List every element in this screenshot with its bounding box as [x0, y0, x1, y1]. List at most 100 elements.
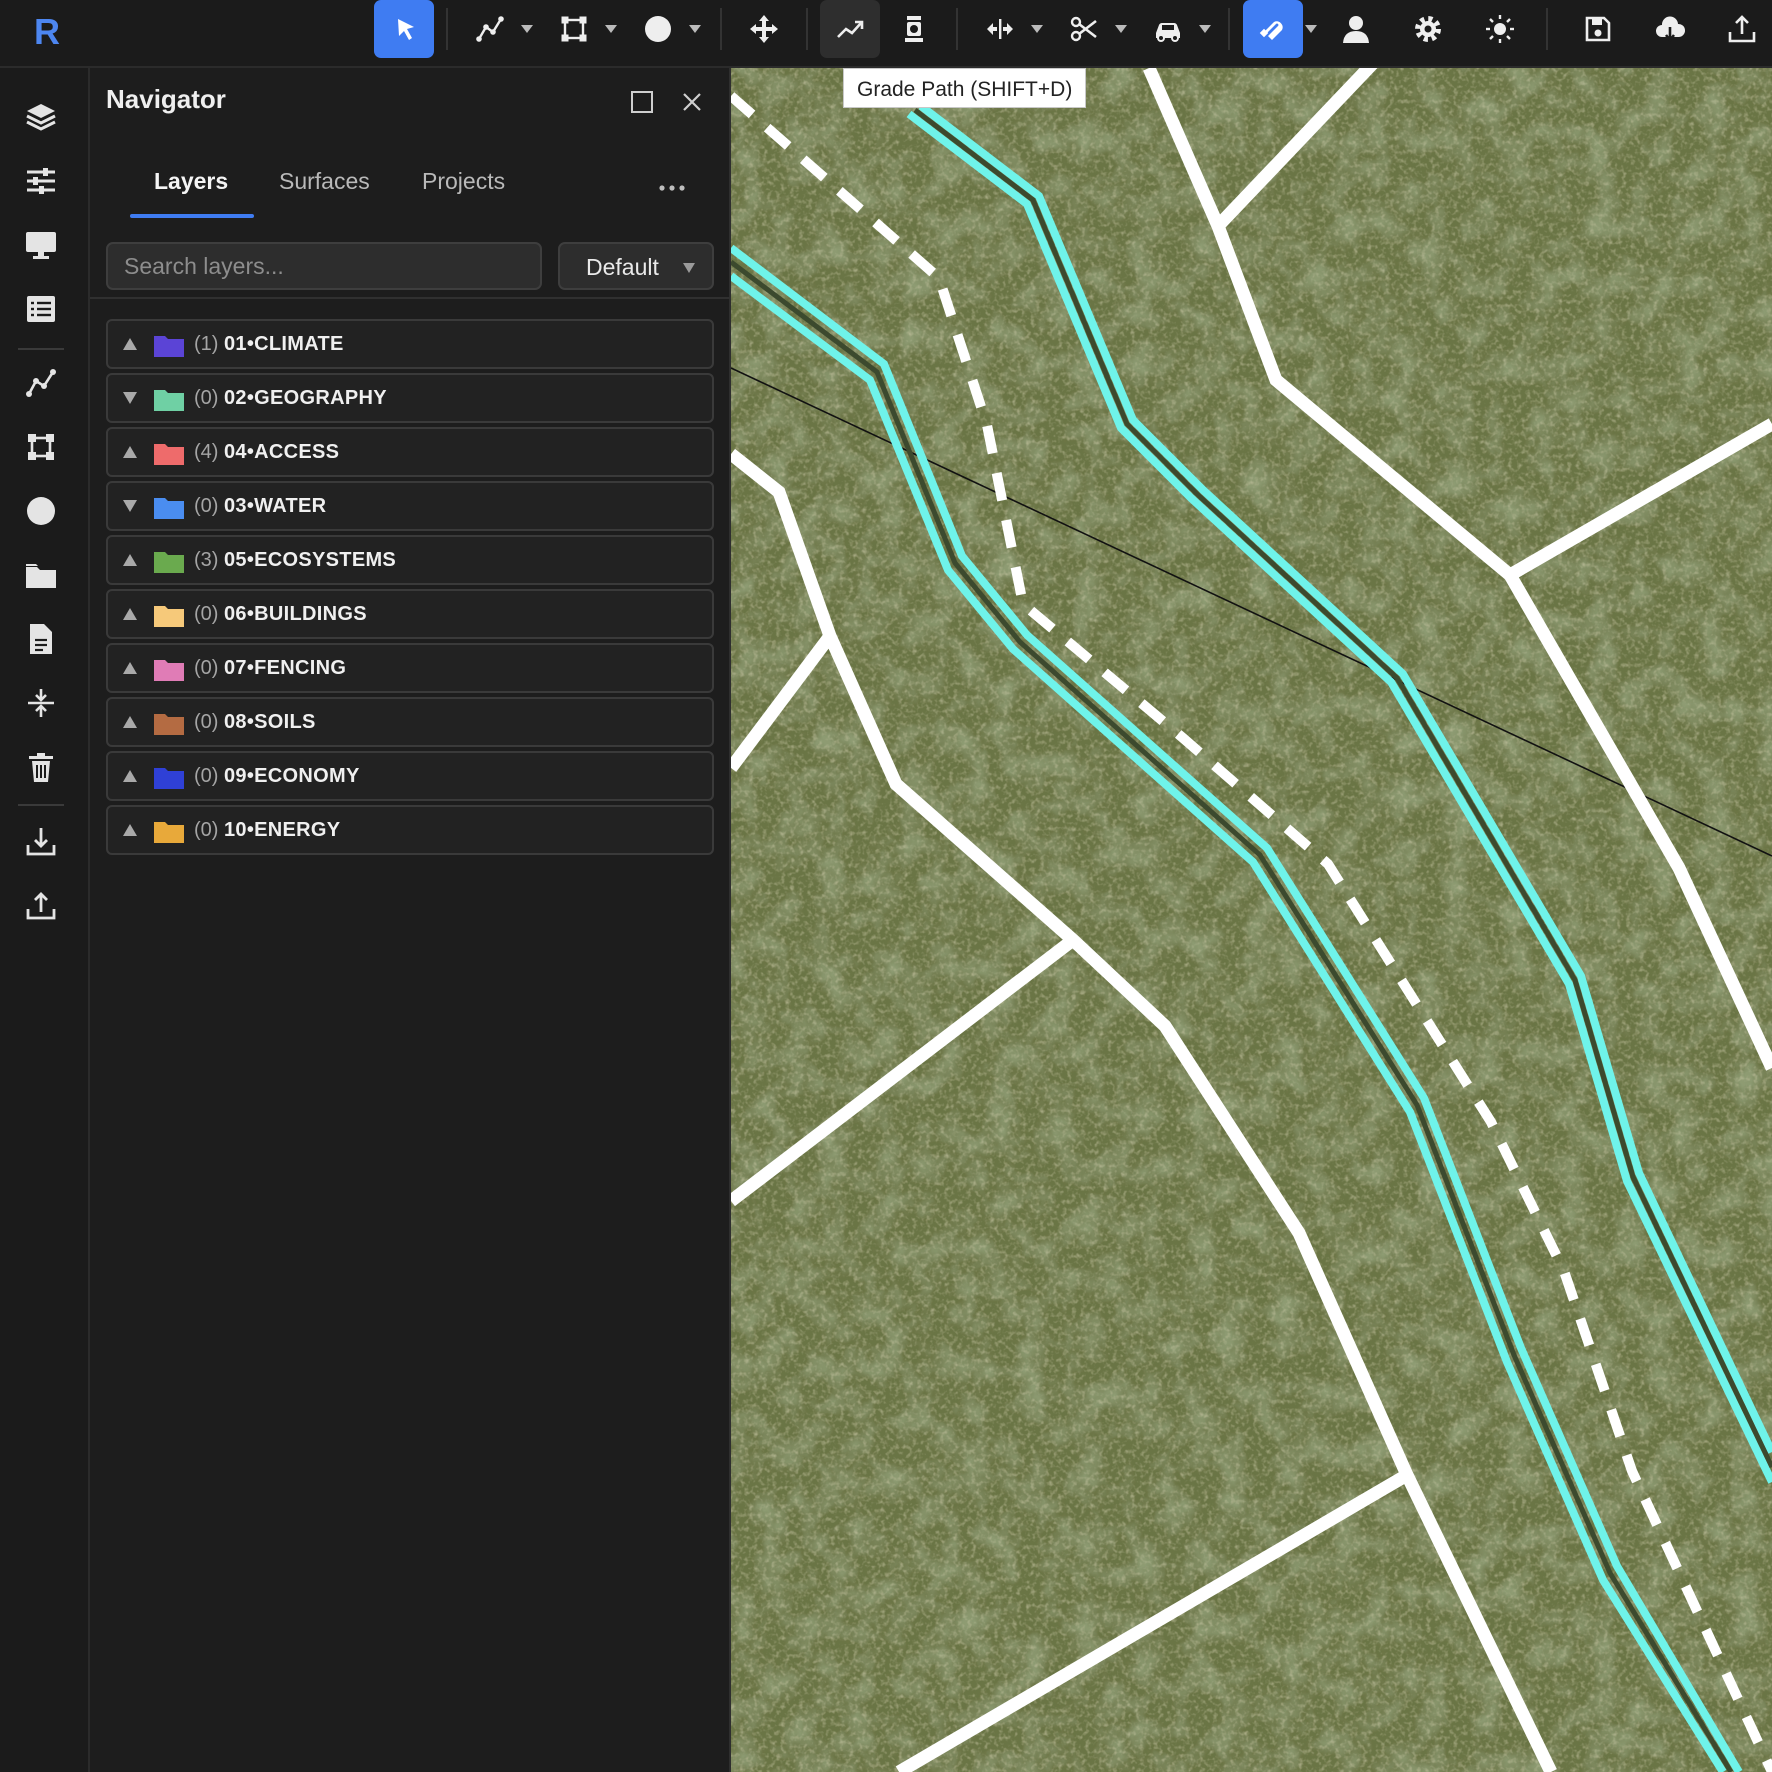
- polygon-icon: [561, 16, 587, 42]
- vehicle-dropdown-caret[interactable]: [1198, 24, 1212, 34]
- toolbar-separator: [806, 8, 808, 50]
- expand-caret-icon[interactable]: [122, 769, 138, 783]
- layer-group-row[interactable]: (0) 10•ENERGY: [106, 805, 714, 855]
- expand-caret-icon[interactable]: [122, 553, 138, 567]
- folder-icon: [154, 498, 184, 519]
- collapse-caret-icon[interactable]: [122, 499, 138, 513]
- settings-button[interactable]: [1398, 0, 1458, 58]
- grade-path-tool-button[interactable]: [820, 0, 880, 58]
- expand-caret-icon[interactable]: [122, 607, 138, 621]
- theodolite-icon: [905, 16, 923, 42]
- rail-compress-button[interactable]: [18, 680, 64, 726]
- snap-dropdown-caret[interactable]: [1304, 24, 1318, 34]
- cut-tool-button[interactable]: [1054, 0, 1114, 58]
- rail-document-button[interactable]: [18, 616, 64, 662]
- layer-group-row[interactable]: (3) 05•ECOSYSTEMS: [106, 535, 714, 585]
- expand-caret-icon[interactable]: [122, 661, 138, 675]
- snap-tool-button[interactable]: [1243, 0, 1303, 58]
- toolbar-separator: [1228, 8, 1230, 50]
- layer-group-row[interactable]: (0) 08•SOILS: [106, 697, 714, 747]
- layer-name: 03•WATER: [224, 495, 327, 517]
- rail-polyline-button[interactable]: [18, 360, 64, 406]
- rail-point-button[interactable]: [18, 488, 64, 534]
- rail-import-button[interactable]: [18, 818, 64, 864]
- expand-caret-icon[interactable]: [122, 337, 138, 351]
- polyline-tool-button[interactable]: [460, 0, 520, 58]
- tab-projects[interactable]: Projects: [422, 168, 505, 195]
- expand-caret-icon[interactable]: [122, 823, 138, 837]
- collapse-caret-icon[interactable]: [122, 391, 138, 405]
- polyline-dropdown-caret[interactable]: [520, 24, 534, 34]
- layer-group-row[interactable]: (0) 07•FENCING: [106, 643, 714, 693]
- compress-icon: [28, 689, 54, 717]
- layer-count: (0): [194, 819, 219, 841]
- move-arrows-icon: [750, 15, 778, 43]
- layer-group-row[interactable]: (0) 09•ECONOMY: [106, 751, 714, 801]
- upload-icon: [1728, 15, 1756, 43]
- split-tool-button[interactable]: [970, 0, 1030, 58]
- cut-dropdown-caret[interactable]: [1114, 24, 1128, 34]
- rail-display-button[interactable]: [18, 222, 64, 268]
- rail-delete-button[interactable]: [18, 744, 64, 790]
- map-canvas[interactable]: [731, 68, 1772, 1772]
- rail-folder-button[interactable]: [18, 552, 64, 598]
- maximize-panel-button[interactable]: [626, 86, 658, 118]
- list-icon: [27, 296, 55, 322]
- active-tab-indicator: [130, 214, 254, 218]
- circle-point-icon: [645, 16, 671, 42]
- caret-down-icon: [689, 25, 701, 33]
- folder-icon: [154, 606, 184, 627]
- rail-polygon-button[interactable]: [18, 424, 64, 470]
- more-options-button[interactable]: [650, 178, 694, 198]
- tab-layers[interactable]: Layers: [154, 168, 228, 195]
- cloud-download-icon: [1656, 16, 1686, 43]
- account-button[interactable]: [1326, 0, 1386, 58]
- expand-caret-icon[interactable]: [122, 715, 138, 729]
- polygon-tool-button[interactable]: [544, 0, 604, 58]
- layer-count: (1): [194, 333, 219, 355]
- polygon-dropdown-caret[interactable]: [604, 24, 618, 34]
- tab-surfaces[interactable]: Surfaces: [279, 168, 370, 195]
- move-tool-button[interactable]: [734, 0, 794, 58]
- layer-search-input[interactable]: [106, 242, 542, 290]
- toolbar-separator: [446, 8, 448, 50]
- split-arrows-icon: [987, 19, 1013, 39]
- rail-layers-button[interactable]: [18, 94, 64, 140]
- point-tool-button[interactable]: [628, 0, 688, 58]
- theme-button[interactable]: [1470, 0, 1530, 58]
- rail-adjustments-button[interactable]: [18, 158, 64, 204]
- rail-list-button[interactable]: [18, 286, 64, 332]
- caret-down-icon: [1031, 25, 1043, 33]
- cursor-arrow-icon: [398, 19, 414, 40]
- left-icon-rail: [0, 68, 90, 1772]
- polyline-icon: [26, 369, 56, 397]
- sun-icon: [1486, 15, 1514, 43]
- split-dropdown-caret[interactable]: [1030, 24, 1044, 34]
- export-button[interactable]: [1712, 0, 1772, 58]
- vehicle-tool-button[interactable]: [1138, 0, 1198, 58]
- expand-caret-icon[interactable]: [122, 445, 138, 459]
- close-panel-button[interactable]: [676, 86, 708, 118]
- layer-group-row[interactable]: (0) 03•WATER: [106, 481, 714, 531]
- circle-icon: [27, 497, 55, 525]
- point-dropdown-caret[interactable]: [688, 24, 702, 34]
- select-tool-button[interactable]: [374, 0, 434, 58]
- layer-count: (3): [194, 549, 219, 571]
- survey-tool-button[interactable]: [884, 0, 944, 58]
- folder-icon: [154, 822, 184, 843]
- layer-name: 07•FENCING: [224, 657, 347, 679]
- preset-select[interactable]: Default: [558, 242, 714, 290]
- layer-name: 09•ECONOMY: [224, 765, 360, 787]
- folder-icon: [154, 714, 184, 735]
- close-icon: [683, 93, 701, 111]
- layer-group-row[interactable]: (0) 02•GEOGRAPHY: [106, 373, 714, 423]
- rail-export-button[interactable]: [18, 882, 64, 928]
- layer-group-row[interactable]: (4) 04•ACCESS: [106, 427, 714, 477]
- layer-group-row[interactable]: (1) 01•CLIMATE: [106, 319, 714, 369]
- save-button[interactable]: [1568, 0, 1628, 58]
- polygon-icon: [28, 434, 54, 460]
- car-icon: [1156, 23, 1180, 42]
- cloud-download-button[interactable]: [1640, 0, 1700, 58]
- layer-group-row[interactable]: (0) 06•BUILDINGS: [106, 589, 714, 639]
- layer-count: (0): [194, 765, 219, 787]
